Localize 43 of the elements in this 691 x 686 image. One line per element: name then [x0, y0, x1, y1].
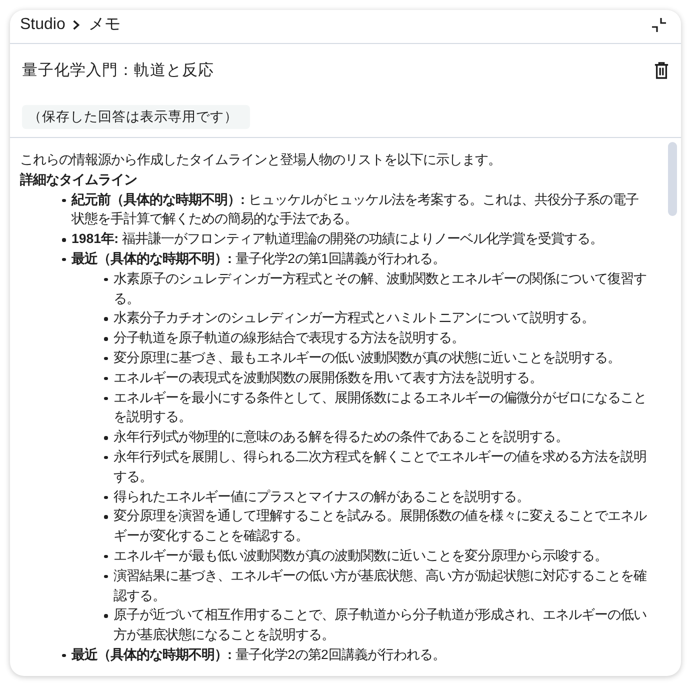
read-only-badge: （保存した回答は表示専用です）	[22, 105, 250, 129]
bullet-icon	[104, 614, 108, 618]
bullet-icon	[104, 317, 108, 321]
timeline-subitem: 原子が近づいて相互作用することで、原子軌道から分子軌道が形成され、エネルギーの低い方が基底状態になることを説明する。	[114, 606, 648, 644]
bullet-icon	[62, 654, 66, 658]
timeline-subitem: 変分原理に基づき、最もエネルギーの低い波動関数が真の状態に近いことを説明する。	[114, 348, 620, 367]
bullet-icon	[104, 554, 108, 558]
breadcrumb-link[interactable]: Studio	[20, 16, 66, 34]
timeline-subitem: 水素分子カチオンのシュレディンガー方程式とハミルトニアンについて説明する。	[114, 309, 594, 328]
timeline-subitem: 水素原子のシュレディンガー方程式とその解、波動関数とエネルギーの関係について復習する。	[114, 270, 648, 308]
timeline-subitem: 演習結果に基づき、エネルギーの低い方が基底状態、高い方が励起状態に対応することを確認する。	[114, 566, 648, 605]
timeline-subitem: 永年行列式が物理的に意味のある解を得るための条件であることを説明する。	[114, 428, 568, 446]
timeline-subitem: 永年行列式を展開し、得られる二次方程式を解くことでエネルギーの値を求める方法を説明する。	[114, 448, 648, 486]
bullet-icon	[104, 337, 108, 341]
bullet-icon	[104, 278, 108, 282]
chevron-right-icon	[72, 18, 82, 30]
bullet-icon	[62, 258, 66, 262]
bullet-icon	[62, 198, 66, 202]
timeline-subitem: エネルギーの表現式を波動関数の展開係数を用いて表す方法を説明する。	[114, 368, 542, 387]
bullet-icon	[104, 574, 108, 578]
timeline-item: 最近（具体的な時期不明）: 量子化学2の第1回講義が行われる。	[72, 250, 446, 268]
delete-icon[interactable]	[652, 60, 671, 81]
timeline-item: 1981年: 福井謙一がフロンティア軌道理論の開発の功績によりノーベル化学賞を受賞する。	[72, 230, 604, 248]
bullet-icon	[104, 496, 108, 500]
timeline-subitem: 得られたエネルギー値にプラスとマイナスの解があることを説明する。	[114, 488, 530, 506]
bullet-icon	[104, 456, 108, 460]
timeline-subitem: エネルギーを最小にする条件として、展開係数によるエネルギーの偏微分がゼロになることを説明する。	[114, 388, 648, 426]
section-heading: 詳細なタイムライン	[20, 170, 138, 189]
bullet-icon	[104, 396, 108, 400]
scrollbar[interactable]	[668, 142, 677, 216]
bullet-icon	[62, 238, 66, 242]
timeline-subitem: 分子軌道を原子軌道の線形結合で表現する方法を説明する。	[114, 329, 464, 348]
bullet-icon	[104, 515, 108, 519]
timeline-subitem: エネルギーが最も低い波動関数が真の波動関数に近いことを変分原理から示唆する。	[114, 546, 608, 565]
bullet-icon	[104, 376, 108, 380]
breadcrumb-current: メモ	[88, 15, 120, 35]
note-title: 量子化学入門：軌道と反応	[22, 61, 214, 81]
timeline-item: 最近（具体的な時期不明）: 量子化学2の第2回講義が行われる。	[72, 646, 446, 664]
bullet-icon	[104, 356, 108, 360]
intro-text: これらの情報源から作成したタイムラインと登場人物のリストを以下に示します。	[20, 151, 502, 169]
timeline-item: 紀元前（具体的な時期不明）: ヒュッケルがヒュッケル法を考案する。これは、共役分子系の電子状態を手計算で解くための簡易的な手法である。	[72, 190, 640, 228]
timeline-subitem: 変分原理を演習を通して理解することを試みる。展開係数の値を様々に変えることでエネルギーが変化することを確認する。	[114, 507, 648, 546]
bullet-icon	[104, 436, 108, 440]
